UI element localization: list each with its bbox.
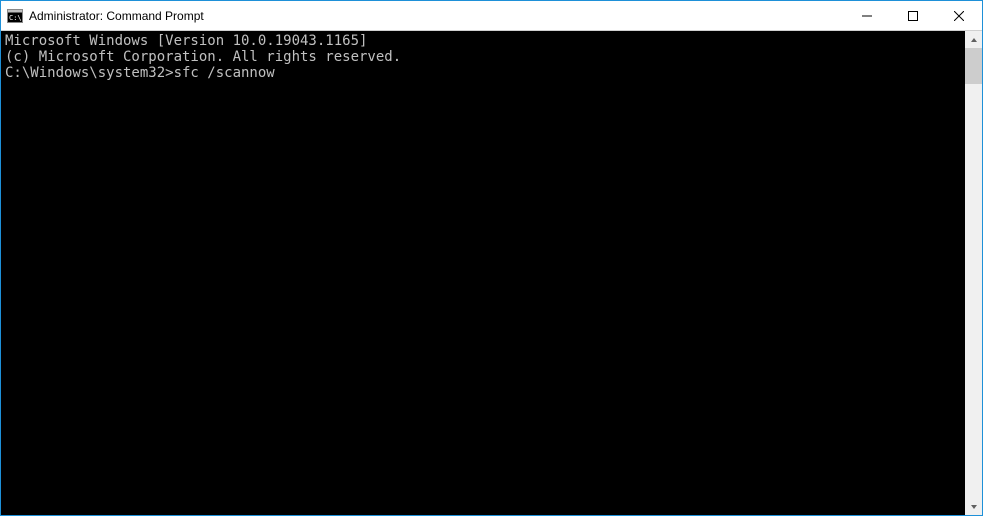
- maximize-button[interactable]: [890, 1, 936, 30]
- window-title: Administrator: Command Prompt: [29, 9, 204, 23]
- scroll-down-button[interactable]: [965, 498, 982, 515]
- vertical-scrollbar[interactable]: [965, 31, 982, 515]
- scrollbar-thumb[interactable]: [965, 48, 982, 84]
- scrollbar-track[interactable]: [965, 48, 982, 498]
- console-line: C:\Windows\system32>sfc /scannow: [5, 65, 961, 81]
- console-line: (c) Microsoft Corporation. All rights re…: [5, 49, 961, 65]
- console-output[interactable]: Microsoft Windows [Version 10.0.19043.11…: [1, 31, 965, 515]
- close-button[interactable]: [936, 1, 982, 30]
- titlebar[interactable]: C:\ Administrator: Command Prompt: [1, 1, 982, 31]
- client-area: Microsoft Windows [Version 10.0.19043.11…: [1, 31, 982, 515]
- scroll-up-button[interactable]: [965, 31, 982, 48]
- minimize-button[interactable]: [844, 1, 890, 30]
- console-line: Microsoft Windows [Version 10.0.19043.11…: [5, 33, 961, 49]
- cmd-icon: C:\: [7, 8, 23, 24]
- command-prompt-window: C:\ Administrator: Command Prompt Micros…: [0, 0, 983, 516]
- svg-text:C:\: C:\: [9, 14, 22, 22]
- window-controls: [844, 1, 982, 30]
